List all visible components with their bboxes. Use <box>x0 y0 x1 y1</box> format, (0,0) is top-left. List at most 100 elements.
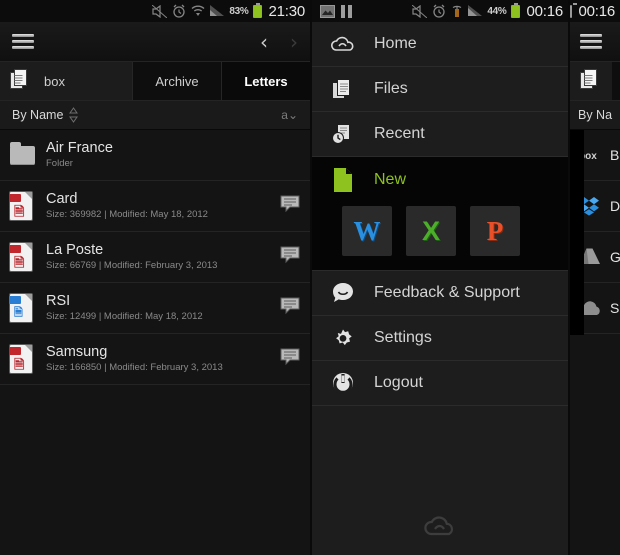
file-name: RSI <box>46 293 71 309</box>
documents-icon[interactable] <box>570 62 612 100</box>
list-item[interactable]: 🗎 La Poste Size: 66769 | Modified: Febru… <box>0 232 310 283</box>
mute-icon <box>152 4 168 18</box>
service-label: S <box>610 300 620 316</box>
list-item[interactable]: 🗎 RSI Size: 12499 | Modified: May 18, 20… <box>0 283 310 334</box>
comment-icon[interactable] <box>280 348 300 371</box>
cloud-logo-icon <box>312 513 568 537</box>
status-clock: 00:16 <box>578 2 615 20</box>
file-name: La Poste <box>46 242 104 258</box>
file-meta: Samsung Size: 166850 | Modified: Februar… <box>46 344 270 374</box>
signal-icon <box>468 5 483 17</box>
sort-bar: By Name a⌄ <box>0 100 310 130</box>
left-action-bar: ‹ › <box>0 22 310 62</box>
cloud-services-list: box B D G S <box>570 130 620 335</box>
drawer-item-label: Files <box>374 80 408 97</box>
navigation-drawer: Home Files Recent New W X P Feedback & S… <box>312 22 568 555</box>
documents-icon[interactable] <box>0 62 42 100</box>
file-subtitle: Size: 166850 | Modified: February 3, 201… <box>46 362 223 373</box>
tab-bar: box Archive Letters <box>0 62 310 100</box>
file-subtitle: Size: 66769 | Modified: February 3, 2013 <box>46 260 218 271</box>
file-meta: La Poste Size: 66769 | Modified: Februar… <box>46 242 270 272</box>
list-item[interactable]: 🗎 Card Size: 369982 | Modified: May 18, … <box>0 181 310 232</box>
status-clock: 21:30 <box>268 2 305 20</box>
drawer-item-label: Logout <box>374 374 423 391</box>
pdf-file-icon: 🗎 <box>9 242 36 272</box>
list-item[interactable]: Air France Folder <box>0 130 310 181</box>
right-status-bar: 00:16 <box>570 0 620 22</box>
pdf-file-icon: 🗎 <box>9 191 36 221</box>
new-document-tiles: W X P <box>312 202 568 271</box>
drawer-item-feedback-support[interactable]: Feedback & Support <box>312 271 568 316</box>
battery-icon <box>570 2 578 18</box>
right-sort-bar[interactable]: By Na <box>570 100 620 130</box>
drawer-item-logout[interactable]: Logout <box>312 361 568 406</box>
file-subtitle: Folder <box>46 158 73 169</box>
drawer-item-label: Recent <box>374 125 425 142</box>
chevron-down-icon: ⌄ <box>287 108 298 122</box>
file-subtitle: Size: 12499 | Modified: May 18, 2012 <box>46 311 203 322</box>
folder-icon <box>10 140 36 170</box>
pdf-file-icon: 🗎 <box>9 344 36 374</box>
file-subtitle: Size: 369982 | Modified: May 18, 2012 <box>46 209 208 220</box>
smiley-icon <box>330 282 356 304</box>
drawer-item-files[interactable]: Files <box>312 67 568 112</box>
prev-tab-button[interactable]: ‹ <box>260 32 268 52</box>
new-word-document[interactable]: W <box>342 206 392 256</box>
recent-clock-icon <box>330 122 356 146</box>
drawer-item-new[interactable]: New <box>312 157 568 202</box>
tab-nav-arrows: ‹ › <box>260 32 298 52</box>
sort-by-label: By Na <box>578 108 613 122</box>
service-label: D <box>610 198 620 214</box>
status-left-icons <box>317 4 352 18</box>
right-action-bar <box>570 22 620 62</box>
sort-order-label: a <box>281 108 288 122</box>
tab-letters[interactable]: Letters <box>221 62 310 100</box>
file-name: Samsung <box>46 344 108 360</box>
signal-icon <box>210 5 225 17</box>
drawer-item-settings[interactable]: Settings <box>312 316 568 361</box>
pause-icon <box>341 4 352 18</box>
drawer-item-home[interactable]: Home <box>312 22 568 67</box>
comment-icon[interactable] <box>280 195 300 218</box>
gear-icon <box>330 326 356 350</box>
alarm-icon <box>172 4 186 18</box>
file-name: Card <box>46 191 78 207</box>
left-status-bar: 83% 21:30 <box>0 0 310 22</box>
sort-updown-icon[interactable] <box>69 107 79 123</box>
tab-dropbox[interactable]: box <box>42 62 132 100</box>
new-excel-spreadsheet[interactable]: X <box>406 206 456 256</box>
battery-percent-label: 44% <box>487 5 507 17</box>
wifi-icon <box>191 5 205 17</box>
next-tab-button[interactable]: › <box>290 32 298 52</box>
file-name: Air France <box>46 140 113 156</box>
file-meta: RSI Size: 12499 | Modified: May 18, 2012 <box>46 293 270 323</box>
middle-phone-panel: 44% 00:16 Home Files Recent New W X P Fe… <box>310 0 568 555</box>
new-powerpoint-presentation[interactable]: P <box>470 206 520 256</box>
file-meta: Card Size: 369982 | Modified: May 18, 20… <box>46 191 270 221</box>
tab-archive[interactable]: Archive <box>132 62 221 100</box>
comment-icon[interactable] <box>280 246 300 269</box>
drawer-item-recent[interactable]: Recent <box>312 112 568 157</box>
mute-icon <box>412 4 428 18</box>
drawer-item-label: Feedback & Support <box>374 284 520 301</box>
hamburger-icon[interactable] <box>12 34 34 49</box>
battery-percent-label: 83% <box>229 5 249 17</box>
battery-icon <box>253 2 263 18</box>
new-document-icon <box>330 167 356 193</box>
panel-edge-shadow <box>570 130 584 335</box>
drawer-item-label: New <box>374 170 407 188</box>
sort-by-control[interactable]: By Name <box>12 107 79 123</box>
right-tab-label[interactable] <box>612 62 620 100</box>
comment-icon[interactable] <box>280 297 300 320</box>
mid-status-bar: 44% 00:16 <box>312 0 568 22</box>
sort-order-button[interactable]: a⌄ <box>281 108 298 122</box>
cloud-home-icon <box>330 34 356 54</box>
hamburger-icon[interactable] <box>580 34 602 49</box>
power-icon <box>330 371 356 395</box>
alarm-icon <box>432 4 446 18</box>
right-tab-bar <box>570 62 620 100</box>
service-label: B <box>610 147 620 163</box>
right-phone-panel: 00:16 By Na box B D G S <box>568 0 620 555</box>
status-clock: 00:16 <box>526 2 563 20</box>
list-item[interactable]: 🗎 Samsung Size: 166850 | Modified: Febru… <box>0 334 310 385</box>
